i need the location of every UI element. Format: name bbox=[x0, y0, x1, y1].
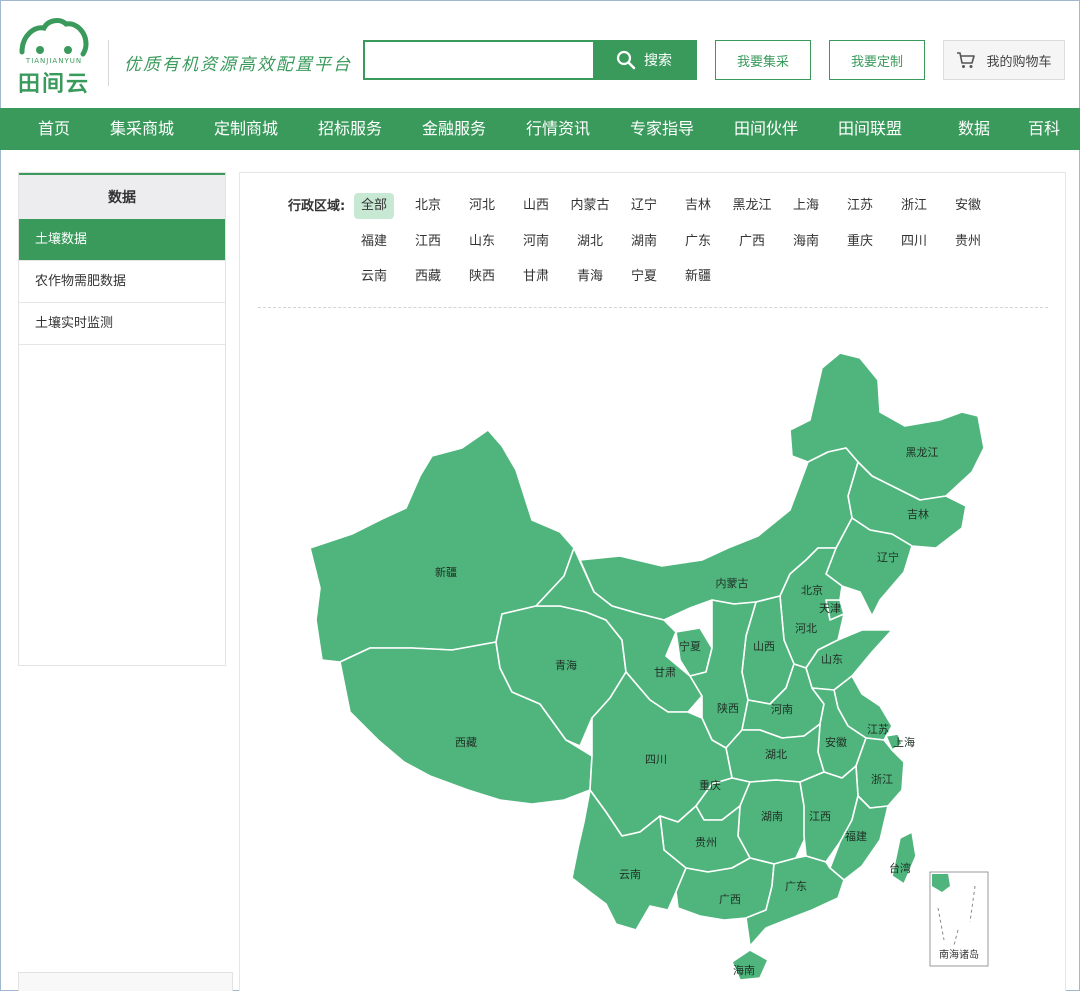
province-label: 天津 bbox=[819, 602, 841, 615]
province-taiwan bbox=[891, 831, 917, 885]
china-map[interactable]: 黑龙江吉林辽宁内蒙古北京天津河北山西山东 新疆青海甘肃宁夏陕西 河南江苏上海 安徽湖北… bbox=[0, 0, 1080, 991]
province-label: 广东 bbox=[785, 880, 807, 893]
province-label: 四川 bbox=[645, 753, 667, 766]
province-label: 台湾 bbox=[889, 861, 911, 875]
province-label: 新疆 bbox=[435, 565, 457, 579]
province-label: 河北 bbox=[795, 622, 817, 635]
province-label: 福建 bbox=[845, 829, 867, 843]
province-label: 黑龙江 bbox=[906, 446, 939, 459]
province-label: 河南 bbox=[771, 703, 793, 716]
province-label: 青海 bbox=[555, 658, 577, 672]
province-label: 贵州 bbox=[695, 836, 717, 849]
province-label: 海南 bbox=[733, 963, 755, 977]
province-label: 江西 bbox=[809, 810, 831, 823]
province-label: 湖南 bbox=[761, 810, 783, 823]
province-label: 宁夏 bbox=[679, 639, 701, 653]
province-label: 广西 bbox=[719, 893, 741, 906]
province-label: 重庆 bbox=[699, 778, 721, 792]
province-label: 西藏 bbox=[455, 736, 477, 749]
province-label: 陕西 bbox=[717, 701, 739, 715]
province-label: 辽宁 bbox=[877, 550, 899, 564]
province-label: 山西 bbox=[753, 640, 775, 653]
south-china-sea-inset: 南海诸岛 bbox=[929, 871, 989, 967]
province-label: 吉林 bbox=[907, 507, 929, 521]
province-label: 江苏 bbox=[867, 723, 889, 736]
province-label: 北京 bbox=[801, 583, 823, 597]
inset-label: 南海诸岛 bbox=[939, 948, 979, 961]
province-label: 内蒙古 bbox=[716, 576, 749, 590]
province-label: 山东 bbox=[821, 653, 843, 666]
province-label: 甘肃 bbox=[654, 666, 676, 679]
province-label: 云南 bbox=[619, 868, 641, 881]
province-label: 浙江 bbox=[871, 773, 893, 786]
province-label: 上海 bbox=[893, 735, 915, 749]
province-label: 湖北 bbox=[765, 748, 787, 761]
province-label: 安徽 bbox=[825, 735, 847, 749]
